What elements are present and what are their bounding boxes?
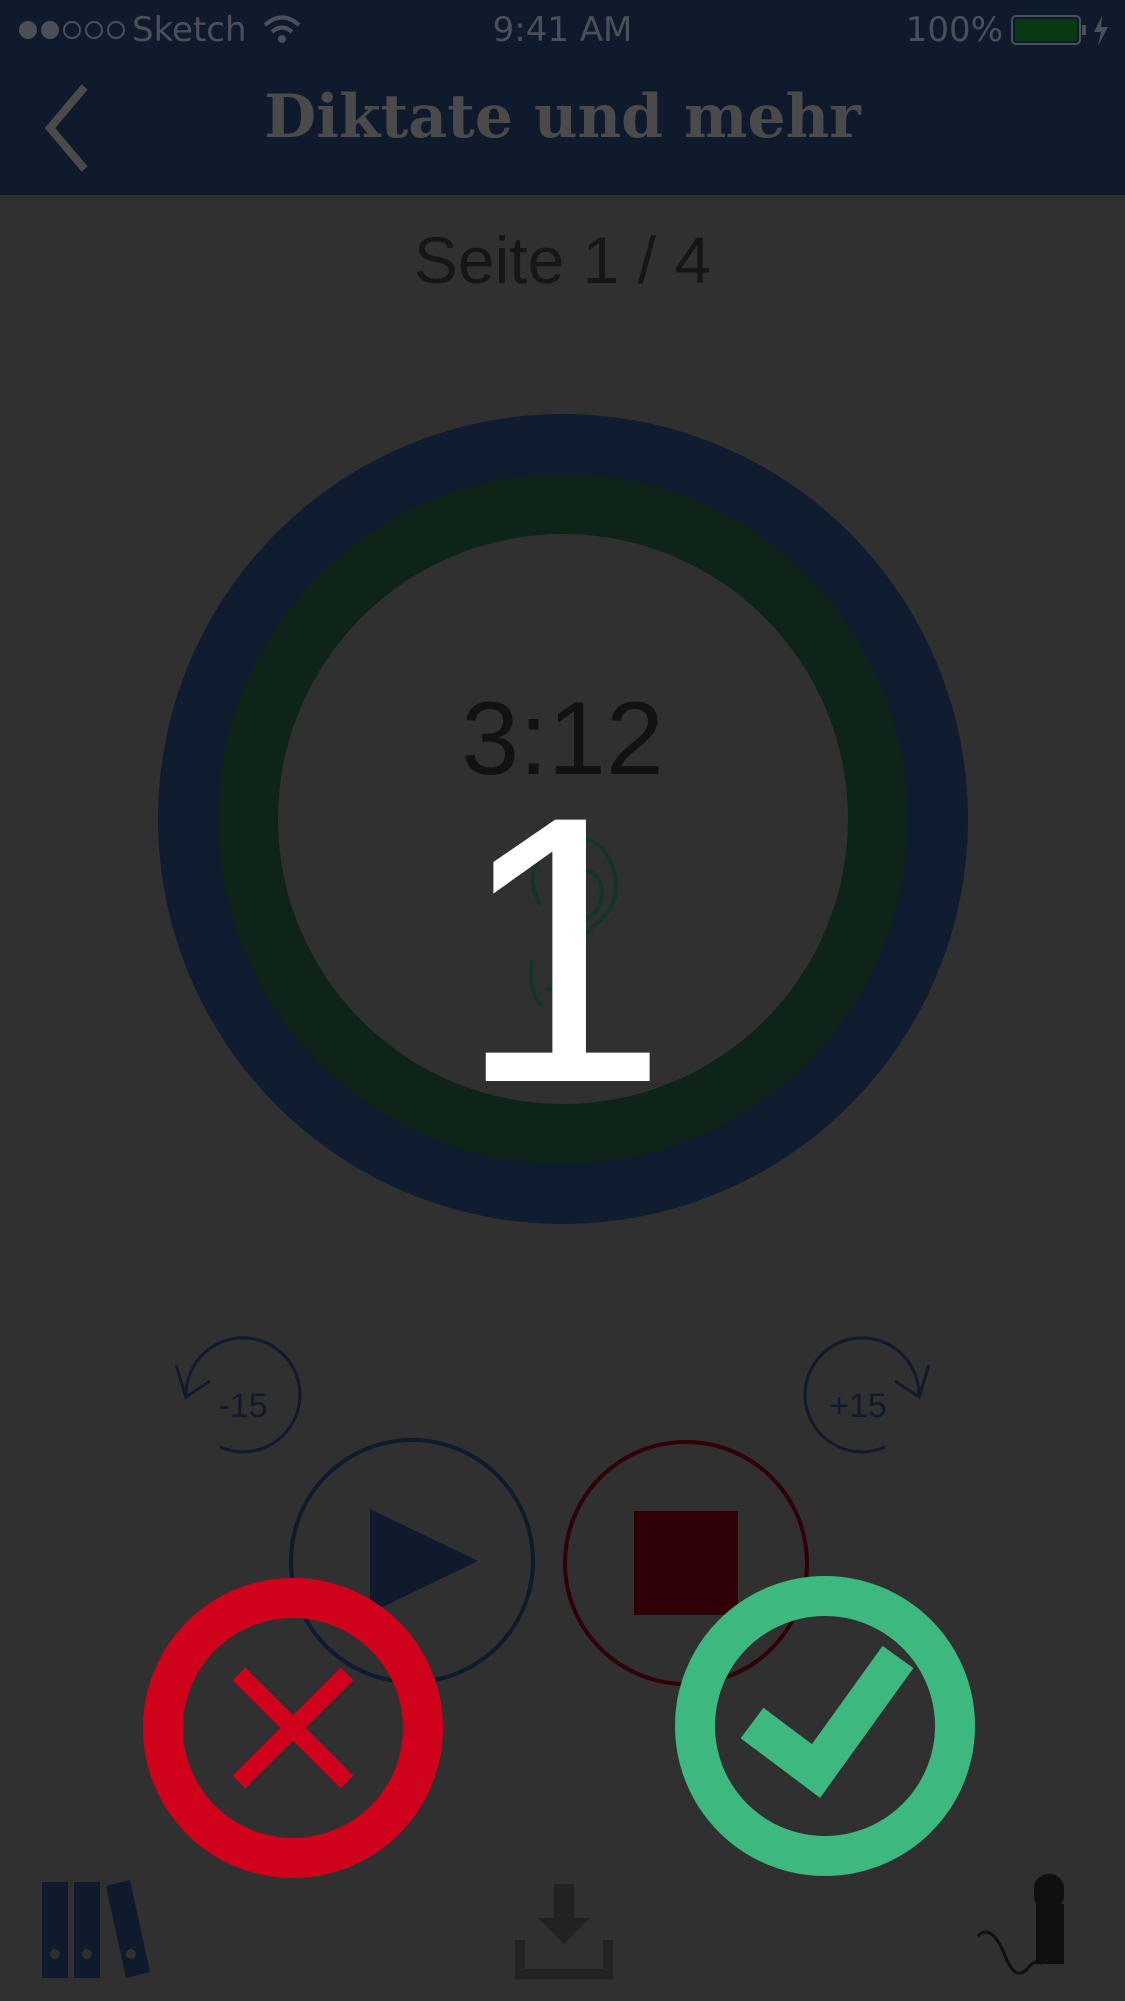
skip-back-label: -15	[218, 1387, 267, 1425]
record-tab[interactable]	[972, 1870, 1076, 1986]
status-bar: Sketch 9:41 AM 100%	[0, 0, 1125, 62]
page-indicator: Seite 1 / 4	[413, 223, 712, 297]
skip-forward-button[interactable]: +15	[795, 1335, 935, 1465]
countdown-number: 1	[456, 737, 669, 1162]
skip-forward-label: +15	[829, 1387, 887, 1425]
navigation-bar: Diktate und mehr	[0, 62, 1125, 195]
accept-button[interactable]	[674, 1575, 976, 1877]
download-tab[interactable]	[514, 1880, 614, 1980]
library-tab[interactable]	[40, 1878, 152, 1980]
reject-button[interactable]	[142, 1577, 444, 1879]
checkmark-icon	[740, 1645, 914, 1798]
books-icon	[42, 1880, 150, 1978]
page-title: Diktate und mehr	[264, 82, 861, 152]
battery-icon	[1011, 15, 1108, 46]
download-icon	[515, 1884, 613, 1979]
microphone-icon	[976, 1874, 1064, 1975]
battery-percentage: 100%	[905, 10, 1003, 50]
close-icon	[232, 1667, 354, 1789]
